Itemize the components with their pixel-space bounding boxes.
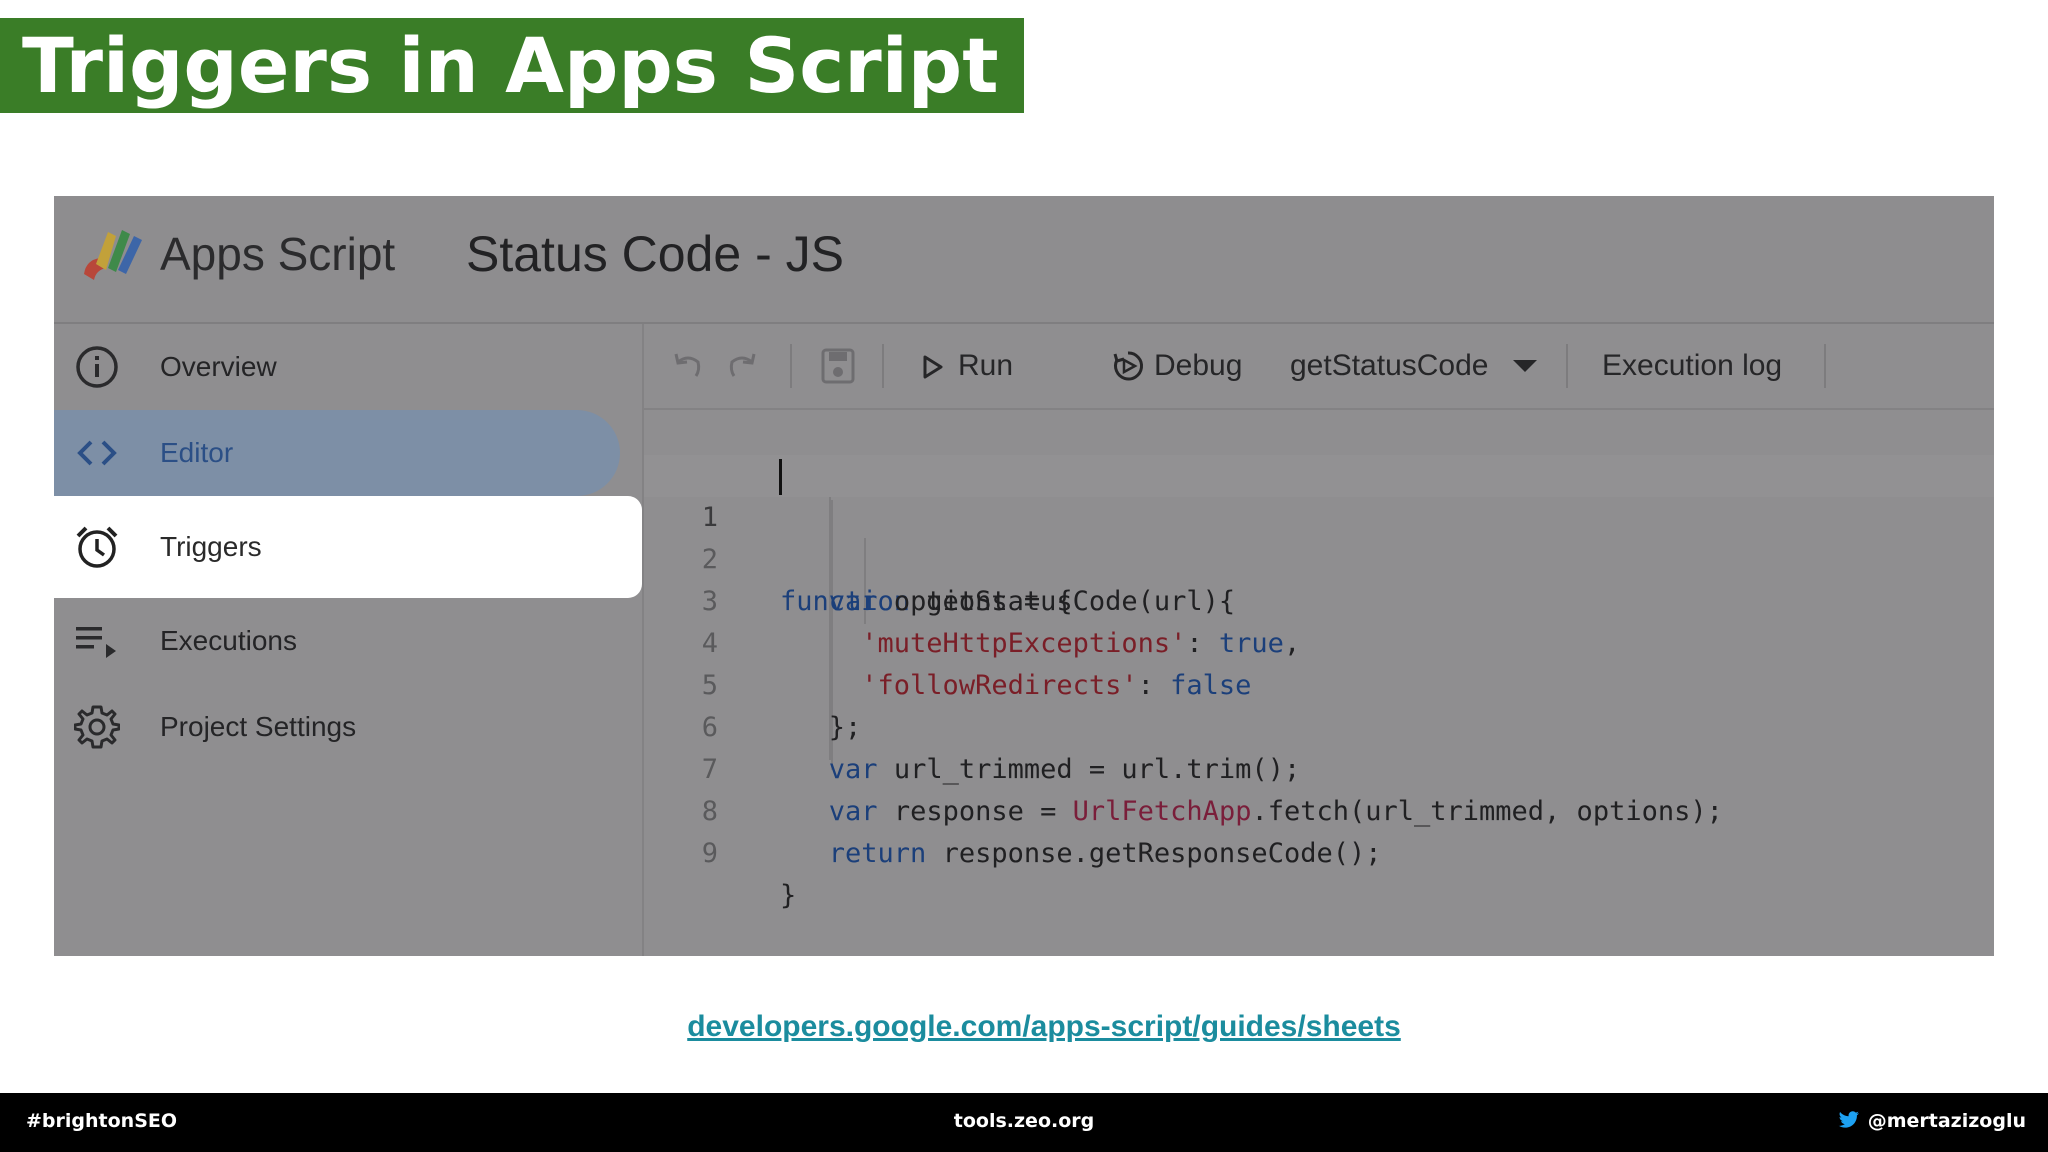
toolbar-divider xyxy=(790,344,792,388)
gear-icon xyxy=(74,705,120,749)
sidebar-item-label: Overview xyxy=(160,351,277,382)
undo-icon[interactable] xyxy=(670,346,704,386)
footer-bar: #brightonSEO tools.zeo.org @mertazizoglu xyxy=(0,1093,2048,1152)
debug-button[interactable]: Debug xyxy=(1112,346,1252,386)
footer-handle-group: @mertazizoglu xyxy=(1838,1110,2026,1132)
toolbar-divider xyxy=(882,344,884,388)
execution-log-label: Execution log xyxy=(1602,349,1783,382)
app-name: Apps Script xyxy=(160,228,396,280)
code-line: 2 var options = { xyxy=(644,497,1994,617)
title-banner: Triggers in Apps Script xyxy=(0,18,1024,113)
info-icon xyxy=(76,346,118,388)
run-label: Run xyxy=(958,349,1014,382)
code-line: 8 return response.getResponseCode(); xyxy=(644,749,1994,869)
code-line: 4 'followRedirects': false xyxy=(644,581,1994,701)
function-select-value: getStatusCode xyxy=(1290,349,1489,382)
project-name[interactable]: Status Code - JS xyxy=(466,224,844,284)
redo-icon[interactable] xyxy=(726,346,760,386)
sidebar-item-label: Editor xyxy=(160,437,234,468)
chevron-down-icon xyxy=(1513,360,1537,372)
line-number: 9 xyxy=(701,838,718,869)
code-icon xyxy=(77,440,117,466)
play-icon xyxy=(923,355,943,379)
code-line: 5 }; xyxy=(644,623,1994,743)
active-item-highlight xyxy=(54,410,620,496)
twitter-bird-icon xyxy=(1838,1111,1859,1128)
editor-toolbar: Run Debug getStatusCode Execution log xyxy=(644,324,1994,410)
alarm-clock-icon xyxy=(76,526,118,568)
sidebar-item-label: Project Settings xyxy=(160,711,357,742)
code-line: 9 } xyxy=(644,791,1994,911)
sidebar-item-editor[interactable]: Editor xyxy=(54,410,642,496)
code-line: 3 'muteHttpExceptions': true, xyxy=(644,539,1994,659)
sidebar-item-label: Triggers xyxy=(160,531,262,562)
sidebar: Overview Editor Triggers Executions Proj… xyxy=(54,324,644,956)
slide-title: Triggers in Apps Script xyxy=(22,21,999,110)
code-line: 7 var response = UrlFetchApp.fetch(url_t… xyxy=(644,707,1994,827)
executions-list-icon xyxy=(76,627,116,658)
toolbar-divider xyxy=(1824,344,1826,388)
code-editor[interactable]: 1 function getStatusCode(url){ 2 var opt… xyxy=(644,410,1994,956)
sidebar-item-label: Executions xyxy=(160,625,297,656)
code-line: 1 function getStatusCode(url){ xyxy=(644,455,1994,617)
reference-link[interactable]: developers.google.com/apps-script/guides… xyxy=(0,1010,2048,1044)
apps-script-logo-icon xyxy=(84,230,142,280)
debug-label: Debug xyxy=(1154,349,1243,382)
sidebar-item-executions[interactable]: Executions xyxy=(54,598,642,684)
debug-icon xyxy=(1113,351,1144,381)
sidebar-item-project-settings[interactable]: Project Settings xyxy=(54,684,642,770)
sidebar-item-overview[interactable]: Overview xyxy=(54,324,642,410)
execution-log-button[interactable]: Execution log xyxy=(1602,346,1802,386)
text-cursor xyxy=(779,459,782,495)
function-select[interactable]: getStatusCode xyxy=(1290,346,1550,386)
apps-script-screenshot: Apps Script Status Code - JS Overview Ed… xyxy=(54,196,1994,956)
footer-handle: @mertazizoglu xyxy=(1867,1110,2026,1132)
sidebar-item-triggers[interactable]: Triggers xyxy=(54,496,642,598)
toolbar-divider xyxy=(1566,344,1568,388)
code-line: 6 var url_trimmed = url.trim(); xyxy=(644,665,1994,785)
save-icon[interactable] xyxy=(820,346,856,386)
run-button[interactable]: Run xyxy=(922,346,1022,386)
app-header: Apps Script Status Code - JS xyxy=(54,196,1994,324)
footer-website: tools.zeo.org xyxy=(953,1110,1095,1132)
